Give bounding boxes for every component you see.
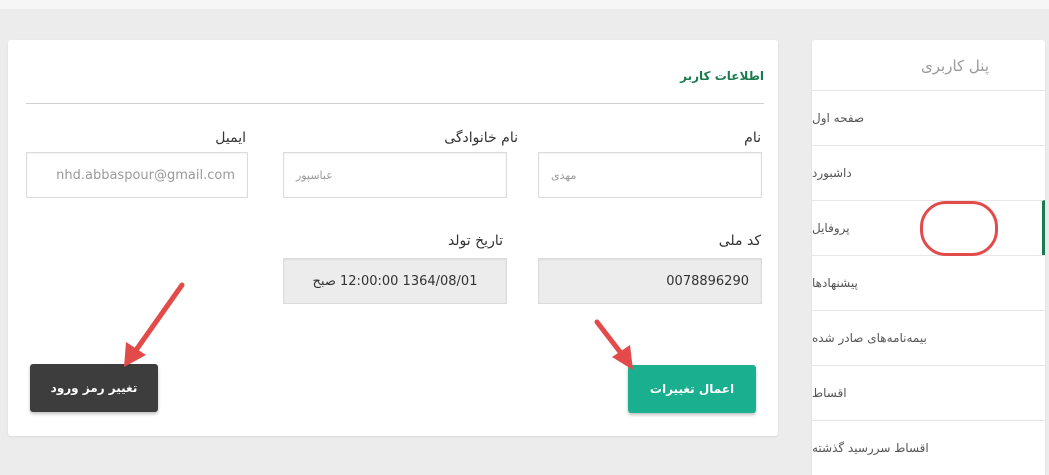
first-name-field[interactable]: مهدی — [538, 152, 762, 198]
change-password-button[interactable]: تغییر رمز ورود — [30, 364, 158, 412]
birth-date-value: 1364/08/01 12:00:00 صبح — [312, 273, 478, 289]
sidebar-item-issued-policies[interactable]: بیمه‌نامه‌های صادر شده — [812, 310, 1045, 365]
title-divider — [26, 103, 764, 104]
sidebar-item-proposals[interactable]: پیشنهادها — [812, 255, 1045, 310]
sidebar-item-label: اقساط — [812, 386, 847, 400]
birth-date-field: 1364/08/01 12:00:00 صبح — [283, 258, 507, 304]
national-code-field: 0078896290 — [538, 258, 762, 304]
sidebar-item-label: داشبورد — [812, 166, 852, 180]
user-info-card: اطلاعات کاربر نام نام خانوادگی ایمیل مهد… — [8, 40, 778, 436]
sidebar-item-home[interactable]: صفحه اول — [812, 90, 1045, 145]
card-title: اطلاعات کاربر — [680, 69, 764, 83]
sidebar-item-label: بیمه‌نامه‌های صادر شده — [812, 331, 927, 345]
user-panel-sidebar: پنل کاربری صفحه اول داشبورد پروفایل پیشن… — [812, 40, 1045, 475]
sidebar-item-label: اقساط سررسید گذشته — [812, 441, 929, 455]
sidebar-title: پنل کاربری — [921, 57, 989, 75]
sidebar-item-installments[interactable]: اقساط — [812, 365, 1045, 420]
apply-changes-button[interactable]: اعمال تغییرات — [628, 365, 756, 413]
first-name-label: نام — [744, 130, 761, 146]
profile-highlight-ring — [920, 201, 998, 256]
sidebar-item-dashboard[interactable]: داشبورد — [812, 145, 1045, 200]
last-name-field[interactable]: عباسپور — [283, 152, 507, 198]
sidebar-item-label: صفحه اول — [812, 111, 865, 125]
birth-date-label: تاریخ تولد — [447, 233, 503, 249]
email-field[interactable]: nhd.abbaspour@gmail.com — [26, 152, 248, 198]
top-bar — [0, 0, 1049, 9]
sidebar-item-overdue-installments[interactable]: اقساط سررسید گذشته — [812, 420, 1045, 475]
sidebar-item-label: پیشنهادها — [812, 276, 858, 290]
last-name-label: نام خانوادگی — [444, 130, 518, 146]
sidebar-item-label: پروفایل — [812, 221, 850, 235]
email-label: ایمیل — [215, 130, 246, 146]
national-code-label: کد ملی — [718, 233, 761, 249]
